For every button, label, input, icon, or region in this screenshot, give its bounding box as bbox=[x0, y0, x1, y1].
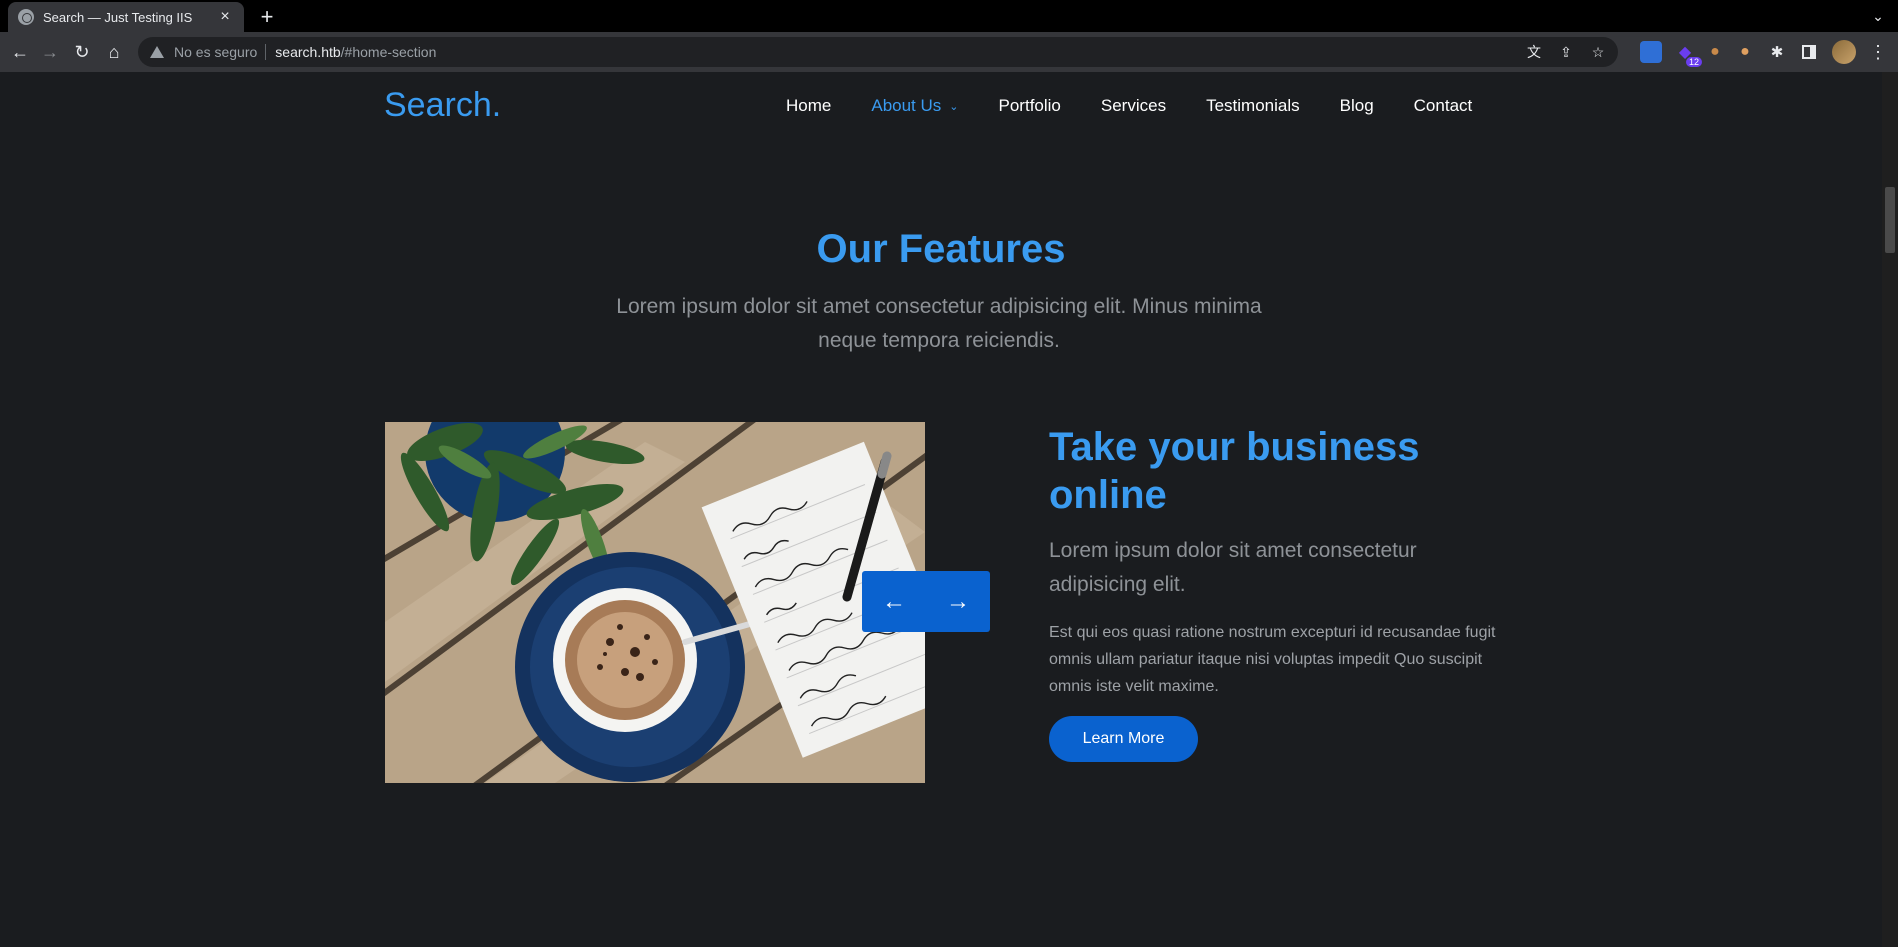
nav-blog[interactable]: Blog bbox=[1340, 96, 1374, 116]
tab-search-icon[interactable]: ⌄ bbox=[1868, 6, 1888, 26]
chevron-down-icon: ⌄ bbox=[949, 100, 959, 113]
main-nav: Home About Us ⌄ Portfolio Services Testi… bbox=[786, 96, 1472, 116]
tab-title: Search — Just Testing IIS bbox=[43, 9, 193, 25]
address-bar[interactable]: No es seguro search.htb /#home-section 文… bbox=[138, 37, 1618, 67]
url-host[interactable]: search.htb bbox=[275, 44, 340, 60]
browser-tab[interactable]: Search — Just Testing IIS × bbox=[8, 2, 244, 32]
nav-testimonials[interactable]: Testimonials bbox=[1206, 96, 1300, 116]
cookie-extension-icon[interactable]: ● bbox=[1704, 41, 1726, 63]
feature-subtitle: Lorem ipsum dolor sit amet consectetur a… bbox=[1049, 539, 1417, 596]
browser-toolbar: ← → ↻ ⌂ No es seguro search.htb /#home-s… bbox=[0, 32, 1898, 72]
features-title: Our Features bbox=[816, 227, 1066, 271]
learn-more-button[interactable]: Learn More bbox=[1049, 716, 1198, 762]
bookmark-star-icon[interactable]: ☆ bbox=[1588, 42, 1608, 62]
translate-icon[interactable]: 文 bbox=[1524, 42, 1544, 62]
close-tab-icon[interactable]: × bbox=[216, 8, 234, 26]
page-viewport: Search. Home About Us ⌄ Portfolio Servic… bbox=[0, 72, 1882, 947]
new-tab-button[interactable]: + bbox=[254, 4, 280, 30]
nav-services[interactable]: Services bbox=[1101, 96, 1166, 116]
home-button[interactable]: ⌂ bbox=[102, 40, 126, 64]
extension-badge: 12 bbox=[1685, 57, 1702, 67]
nav-about-us[interactable]: About Us ⌄ bbox=[871, 96, 958, 116]
separator bbox=[265, 44, 267, 60]
url-path[interactable]: /#home-section bbox=[341, 44, 437, 60]
browser-menu-icon[interactable]: ⋮ bbox=[1868, 40, 1888, 64]
side-panel-icon[interactable] bbox=[1798, 41, 1820, 63]
reload-button[interactable]: ↻ bbox=[70, 40, 94, 64]
slider-next-arrow-icon[interactable]: → bbox=[938, 588, 978, 616]
coffee-desk-illustration bbox=[385, 422, 925, 783]
feature-body: Est qui eos quasi ratione nostrum except… bbox=[1049, 624, 1496, 695]
scrollbar-thumb[interactable] bbox=[1885, 187, 1895, 253]
slider-controls: ← → bbox=[862, 571, 990, 632]
site-logo[interactable]: Search. bbox=[384, 86, 501, 125]
share-icon[interactable]: ⇪ bbox=[1556, 42, 1576, 62]
browser-tab-bar: Search — Just Testing IIS × + ⌄ bbox=[0, 0, 1898, 32]
forward-button[interactable]: → bbox=[38, 40, 62, 64]
extensions-puzzle-icon[interactable]: ✱ bbox=[1766, 41, 1788, 63]
features-lead: Lorem ipsum dolor sit amet consectetur a… bbox=[616, 295, 1262, 352]
wappalyzer-extension-icon[interactable]: ◆ 12 bbox=[1674, 41, 1702, 67]
nav-about-us-label: About Us bbox=[871, 96, 942, 115]
slider-prev-arrow-icon[interactable]: ← bbox=[874, 588, 914, 616]
security-label[interactable]: No es seguro bbox=[174, 44, 257, 60]
nav-home[interactable]: Home bbox=[786, 96, 831, 116]
feature-title: Take your business online bbox=[1049, 425, 1420, 517]
nav-contact[interactable]: Contact bbox=[1414, 96, 1473, 116]
globe-icon bbox=[18, 9, 34, 25]
back-button[interactable]: ← bbox=[8, 40, 32, 64]
side-panel-glyph-icon bbox=[1802, 45, 1816, 59]
nav-portfolio[interactable]: Portfolio bbox=[999, 96, 1061, 116]
warning-icon[interactable] bbox=[150, 46, 164, 58]
profile-avatar[interactable] bbox=[1832, 40, 1856, 64]
feature-image bbox=[385, 422, 925, 783]
site-header: Search. Home About Us ⌄ Portfolio Servic… bbox=[0, 72, 1882, 142]
translate-extension-icon[interactable] bbox=[1640, 41, 1662, 63]
cookie-editor-extension-icon[interactable]: ● bbox=[1734, 41, 1756, 63]
page-scrollbar[interactable] bbox=[1882, 72, 1898, 947]
